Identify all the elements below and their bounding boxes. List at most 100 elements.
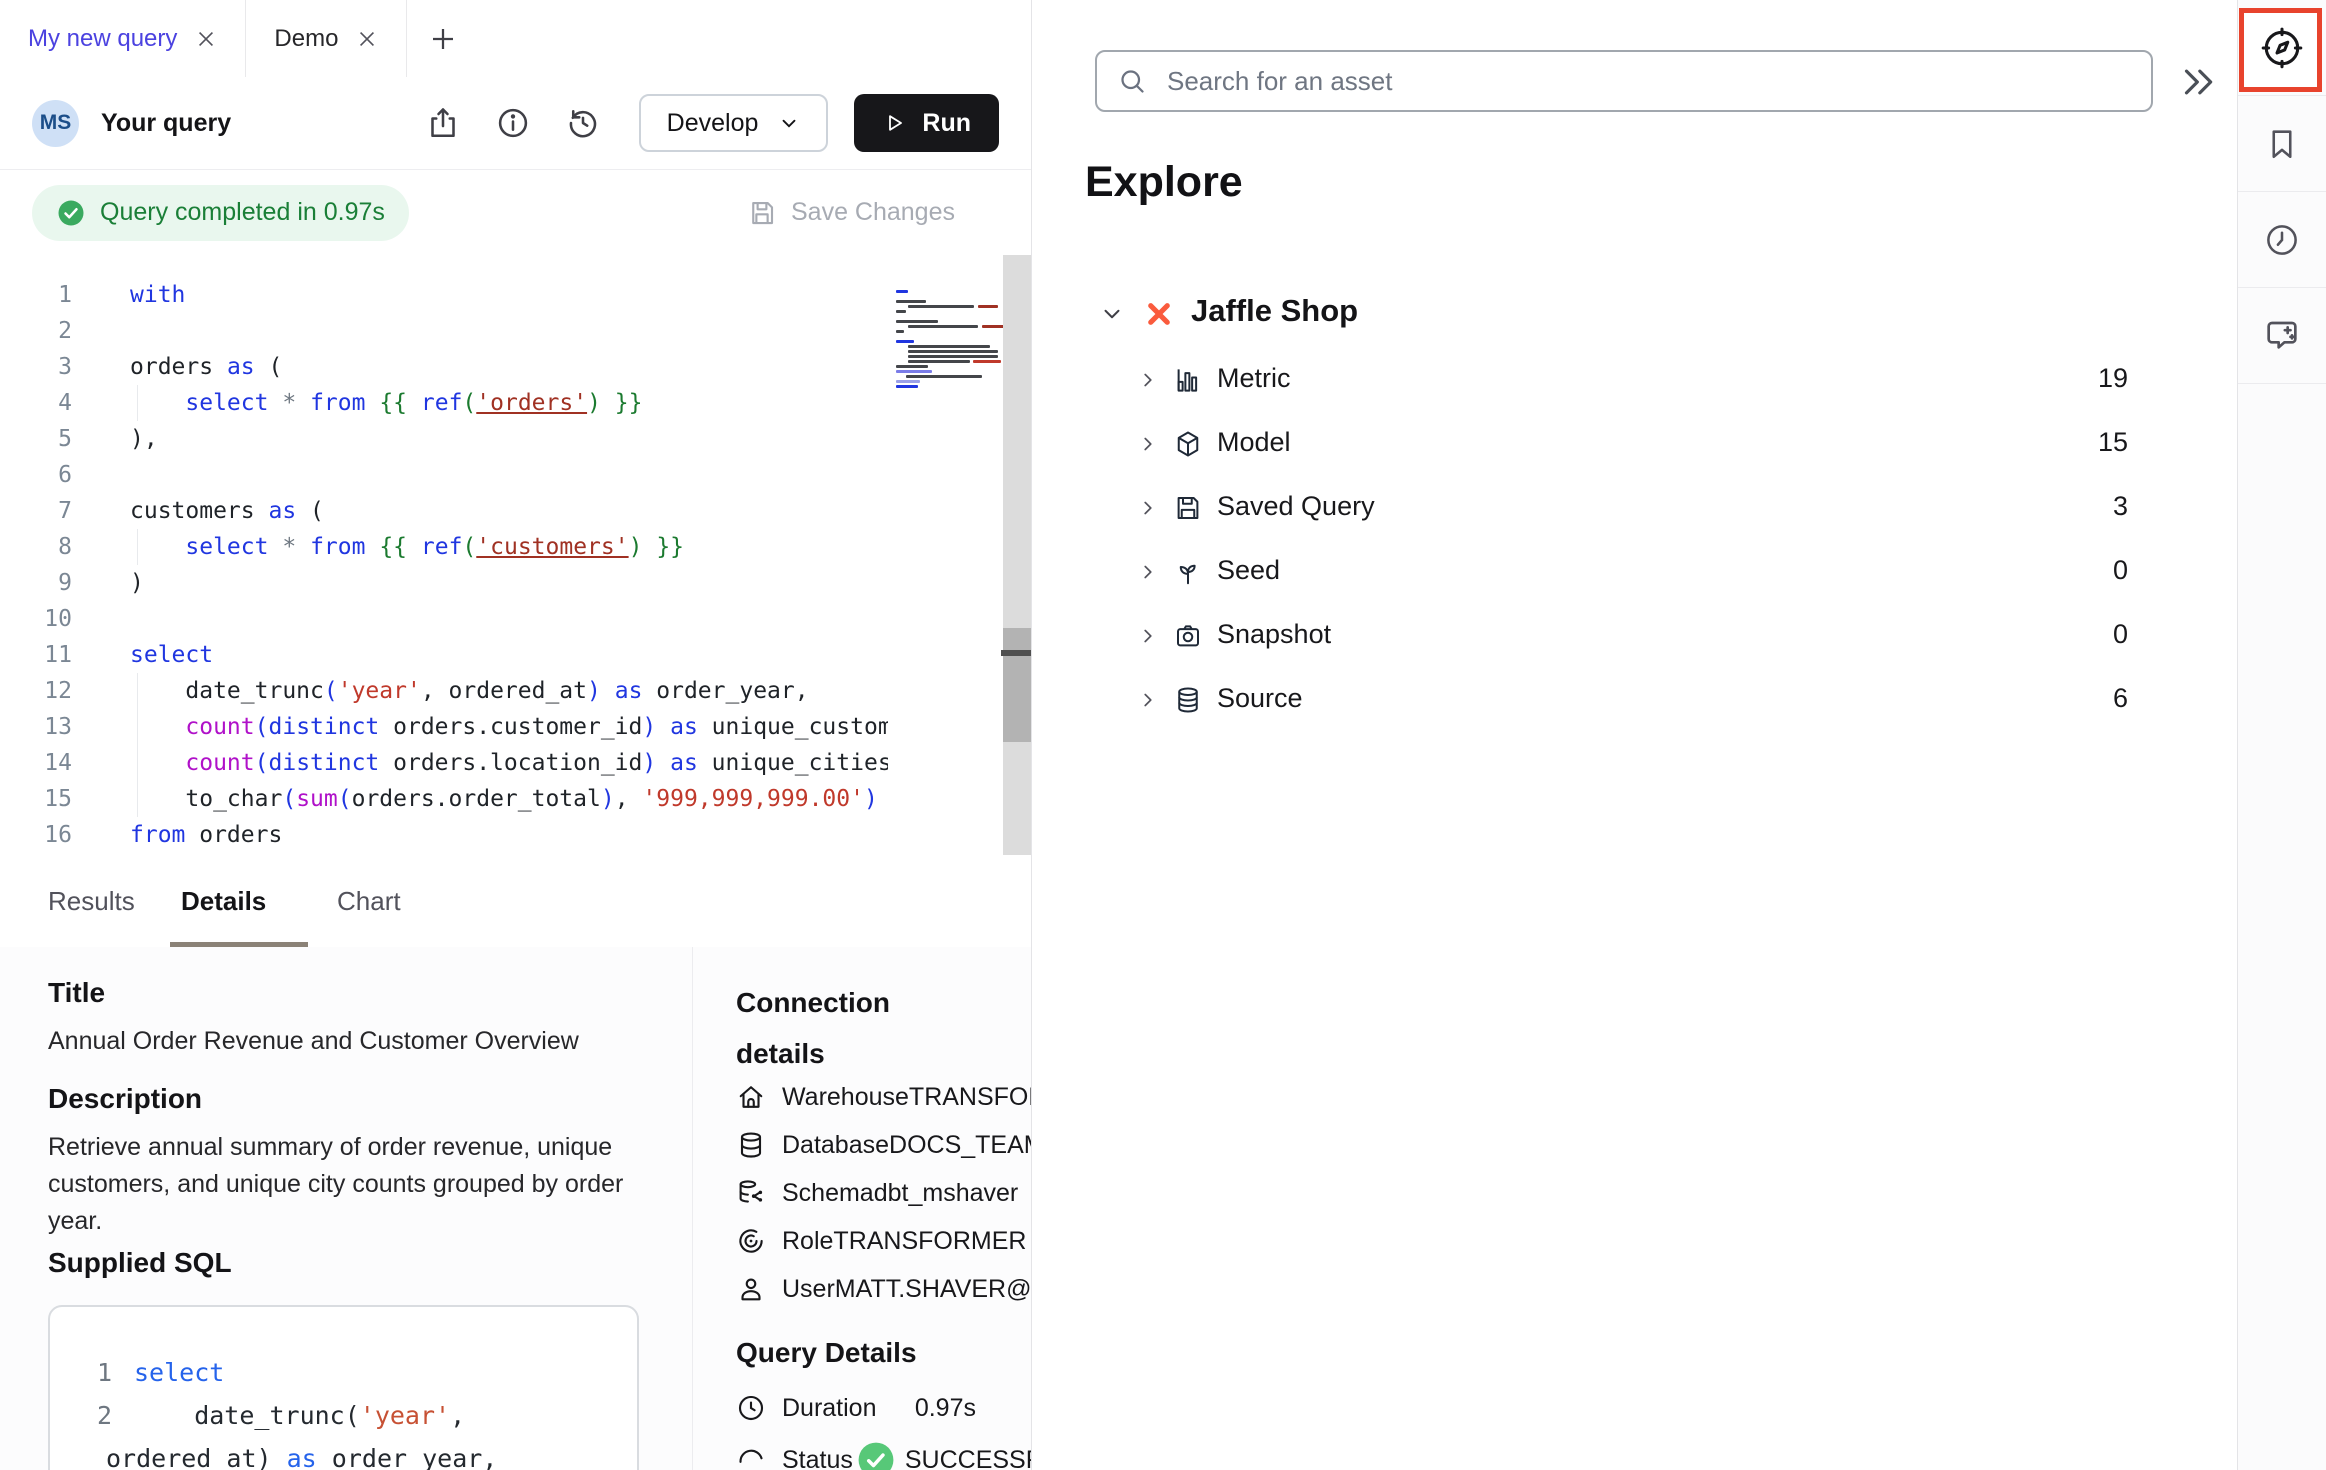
supplied-sql-heading: Supplied SQL <box>48 1247 232 1279</box>
connection-label: User <box>782 1275 835 1304</box>
tree-item-label: Snapshot <box>1217 619 1331 650</box>
tree-item-seed[interactable]: Seed0 <box>1033 540 2193 604</box>
collapse-panel-icon[interactable] <box>2179 62 2219 102</box>
chevron-down-icon <box>778 112 800 134</box>
explore-heading: Explore <box>1085 158 1243 207</box>
check-circle-icon <box>56 198 86 228</box>
tree-item-model[interactable]: Model15 <box>1033 412 2193 476</box>
source-icon <box>1173 685 1203 715</box>
chevron-right-icon[interactable] <box>1137 689 1159 711</box>
code-line: ), <box>130 421 888 457</box>
info-icon[interactable] <box>495 105 531 141</box>
close-icon[interactable] <box>356 28 378 50</box>
history-tool-button[interactable] <box>2238 192 2326 288</box>
tab-chart[interactable]: Chart <box>337 855 401 947</box>
tree-item-label: Metric <box>1217 363 1291 394</box>
tab-label: My new query <box>28 25 177 53</box>
explore-panel: Explore Jaffle Shop Metric19Model15Saved… <box>1033 0 2237 1470</box>
editor-minimap[interactable] <box>888 255 1003 855</box>
tab-my-new-query[interactable]: My new query <box>0 0 246 77</box>
connection-row: WarehouseTRANSFORMING <box>736 1073 1031 1121</box>
tree-item-count: 19 <box>2098 363 2128 394</box>
code-line: to_char(sum(orders.order_total), '999,99… <box>130 781 888 817</box>
tree-item-count: 6 <box>2113 683 2128 714</box>
line-number: 14 <box>0 745 72 781</box>
supplied-sql-line: 1select <box>50 1351 637 1394</box>
query-details-heading: Query Details <box>736 1337 917 1369</box>
tab-results[interactable]: Results <box>48 855 135 947</box>
status-check-icon <box>857 1441 895 1470</box>
save-changes-button[interactable]: Save Changes <box>747 198 955 228</box>
line-number: 3 <box>0 349 72 385</box>
code-line <box>130 457 888 493</box>
chevron-right-icon[interactable] <box>1137 625 1159 647</box>
play-icon <box>882 111 906 135</box>
search-input[interactable] <box>1165 65 2131 98</box>
connection-label: Warehouse <box>782 1083 909 1112</box>
share-icon[interactable] <box>425 105 461 141</box>
run-button[interactable]: Run <box>854 94 999 152</box>
line-number: 12 <box>0 673 72 709</box>
save-icon <box>747 198 777 228</box>
tree-project-jaffle-shop[interactable]: Jaffle Shop <box>1033 280 2193 348</box>
connection-rows: WarehouseTRANSFORMINGDatabaseDOCS_TEAM_S… <box>736 1073 1031 1313</box>
duration-row: Duration 0.97s <box>736 1385 976 1431</box>
code-line: count(distinct orders.customer_id) as un… <box>130 709 888 745</box>
description-heading: Description <box>48 1083 202 1115</box>
clock-icon <box>2263 221 2301 259</box>
new-tab-button[interactable] <box>407 0 479 77</box>
line-number: 15 <box>0 781 72 817</box>
explore-tree: Jaffle Shop Metric19Model15Saved Query3S… <box>1033 280 2193 732</box>
user-icon <box>736 1274 766 1304</box>
details-column-divider <box>692 947 693 1470</box>
connection-label: Role <box>782 1227 833 1256</box>
tree-item-metric[interactable]: Metric 19 <box>1033 348 2193 412</box>
close-icon[interactable] <box>195 28 217 50</box>
editor-code-lines: with orders as ( select * from {{ ref('o… <box>130 277 888 853</box>
chevron-right-icon[interactable] <box>1137 369 1159 391</box>
duration-label: Duration <box>782 1394 877 1423</box>
chevron-down-icon[interactable] <box>1099 301 1125 327</box>
editor-line-numbers: 12345678910111213141516 <box>0 277 72 853</box>
connection-value: TRANSFORMING <box>909 1083 1031 1112</box>
split-drag-handle[interactable] <box>1001 650 1031 656</box>
role-icon <box>736 1226 766 1256</box>
line-number: 13 <box>0 709 72 745</box>
connection-value: dbt_mshaver <box>874 1179 1019 1208</box>
details-panel: Title Annual Order Revenue and Customer … <box>0 947 1031 1470</box>
tab-demo[interactable]: Demo <box>246 0 407 77</box>
editor-scrollbar[interactable] <box>1003 255 1031 855</box>
database-icon <box>736 1130 766 1160</box>
line-number: 10 <box>0 601 72 637</box>
connection-row: Schemadbt_mshaver <box>736 1169 1031 1217</box>
search-icon <box>1117 66 1147 96</box>
connection-details-heading: Connection details <box>736 977 976 1079</box>
tree-item-count: 0 <box>2113 555 2128 586</box>
ai-chat-tool-button[interactable] <box>2238 288 2326 384</box>
line-number: 2 <box>0 313 72 349</box>
chevron-right-icon[interactable] <box>1137 433 1159 455</box>
bookmarks-tool-button[interactable] <box>2238 96 2326 192</box>
develop-dropdown[interactable]: Develop <box>639 94 829 152</box>
code-line <box>130 601 888 637</box>
tree-item-snapshot[interactable]: Snapshot0 <box>1033 604 2193 668</box>
status-row: Status SUCCESSFUL <box>736 1437 1031 1470</box>
description-value: Retrieve annual summary of order revenue… <box>48 1129 638 1240</box>
tree-item-source[interactable]: Source6 <box>1033 668 2193 732</box>
status-value: SUCCESSFUL <box>905 1446 1031 1470</box>
status-label: Status <box>782 1446 853 1470</box>
history-icon[interactable] <box>565 105 601 141</box>
scrollbar-thumb[interactable] <box>1003 628 1031 742</box>
snapshot-icon <box>1173 621 1203 651</box>
supplied-sql-line: 2 date_trunc('year', <box>50 1394 637 1437</box>
editor-tab-bar: My new query Demo <box>0 0 1031 78</box>
tree-item-saved-query[interactable]: Saved Query3 <box>1033 476 2193 540</box>
chevron-right-icon[interactable] <box>1137 561 1159 583</box>
tab-details[interactable]: Details <box>181 855 266 947</box>
tree-item-label: Saved Query <box>1217 491 1375 522</box>
chevron-right-icon[interactable] <box>1137 497 1159 519</box>
supplied-sql-block: 1select2 date_trunc('year',ordered_at) a… <box>48 1305 639 1470</box>
explore-tool-button[interactable] <box>2238 0 2326 96</box>
asset-search-bar[interactable] <box>1095 50 2153 112</box>
sql-editor[interactable]: 12345678910111213141516 with orders as (… <box>0 255 1031 856</box>
